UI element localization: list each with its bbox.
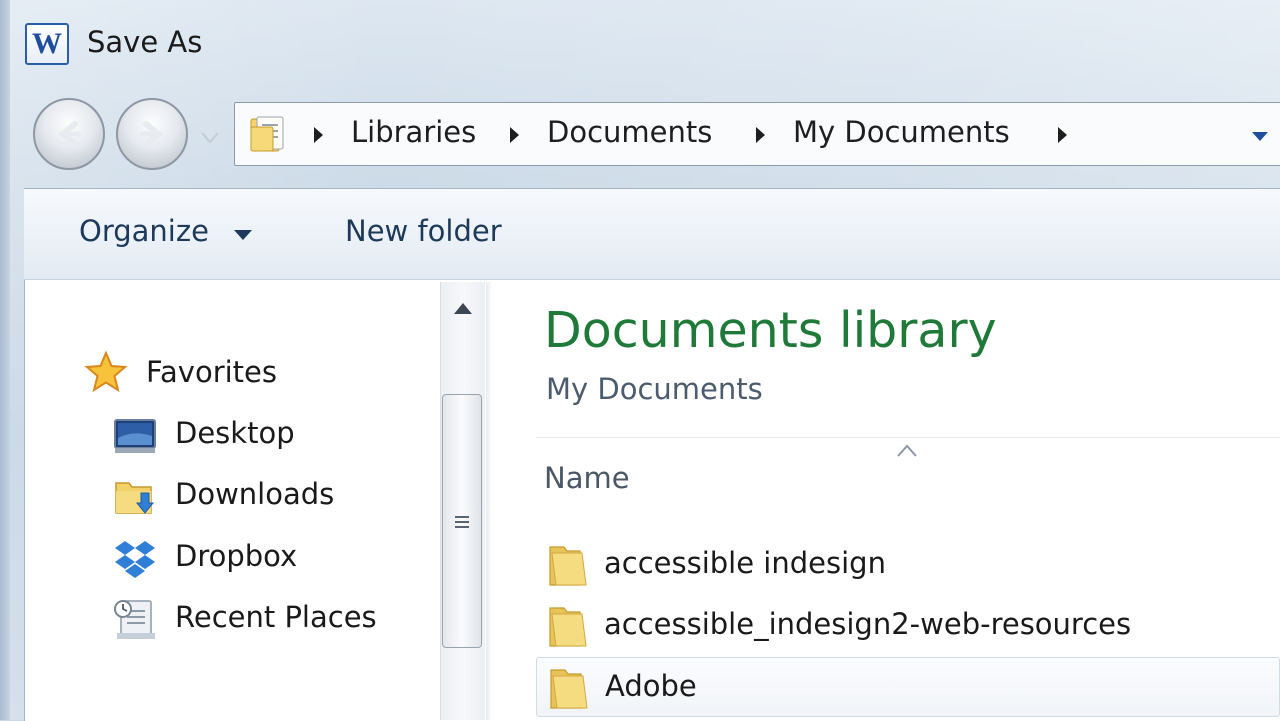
folder-icon <box>549 607 587 647</box>
organize-button[interactable]: Organize <box>79 214 209 248</box>
library-folder-icon <box>250 116 284 152</box>
recent-places-icon <box>114 600 155 639</box>
file-row[interactable]: accessible_indesign2-web-resources <box>536 596 1280 656</box>
file-row[interactable]: accessible indesign <box>536 535 1280 595</box>
file-name: accessible indesign <box>604 546 886 580</box>
pane-separator[interactable] <box>486 282 492 720</box>
file-name: Adobe <box>605 669 697 703</box>
breadcrumb-libraries[interactable]: Libraries <box>351 115 476 149</box>
recent-pages-chevron-down-icon[interactable] <box>199 126 221 148</box>
back-button[interactable] <box>33 98 105 170</box>
address-bar[interactable]: Libraries Documents My Documents <box>234 102 1280 166</box>
column-header-name[interactable]: Name <box>544 461 630 495</box>
toolbar <box>24 189 1280 280</box>
breadcrumb-documents[interactable]: Documents <box>547 115 712 149</box>
breadcrumb-arrow-icon[interactable] <box>1055 125 1069 145</box>
nav-scrollbar[interactable] <box>440 282 485 720</box>
grip-icon <box>455 516 469 528</box>
library-subtitle: My Documents <box>546 372 763 406</box>
nav-downloads[interactable]: Downloads <box>175 477 334 511</box>
forward-button[interactable] <box>116 98 188 170</box>
word-icon-letter: W <box>32 27 62 60</box>
header-divider <box>536 437 1280 438</box>
window-left-edge <box>0 0 10 720</box>
dropbox-icon <box>115 541 155 578</box>
sort-ascending-icon <box>897 444 917 457</box>
nav-recent-places[interactable]: Recent Places <box>175 600 377 634</box>
breadcrumb-my-documents[interactable]: My Documents <box>793 115 1010 149</box>
file-name: accessible_indesign2-web-resources <box>604 607 1132 641</box>
scroll-up-arrow-icon[interactable] <box>452 300 474 316</box>
scroll-thumb[interactable] <box>442 394 482 648</box>
window-title: Save As <box>87 25 203 59</box>
organize-chevron-down-icon[interactable] <box>232 228 254 242</box>
nav-dropbox[interactable]: Dropbox <box>175 539 297 573</box>
breadcrumb-arrow-icon[interactable] <box>753 125 767 145</box>
breadcrumb-arrow-icon[interactable] <box>507 125 521 145</box>
downloads-folder-icon <box>115 482 155 514</box>
star-icon <box>84 350 128 393</box>
address-dropdown-icon[interactable] <box>1249 125 1271 147</box>
back-arrow-icon <box>58 121 82 147</box>
breadcrumb-arrow-icon[interactable] <box>311 125 325 145</box>
word-icon[interactable]: W <box>25 23 69 65</box>
new-folder-button[interactable]: New folder <box>345 214 502 248</box>
forward-arrow-icon <box>139 121 163 147</box>
folder-icon <box>549 546 587 586</box>
file-row-selected[interactable]: Adobe <box>536 657 1280 717</box>
nav-favorites[interactable]: Favorites <box>146 355 277 389</box>
desktop-icon <box>114 419 156 453</box>
folder-icon <box>550 669 588 709</box>
library-title: Documents library <box>544 302 997 359</box>
nav-desktop[interactable]: Desktop <box>175 416 295 450</box>
